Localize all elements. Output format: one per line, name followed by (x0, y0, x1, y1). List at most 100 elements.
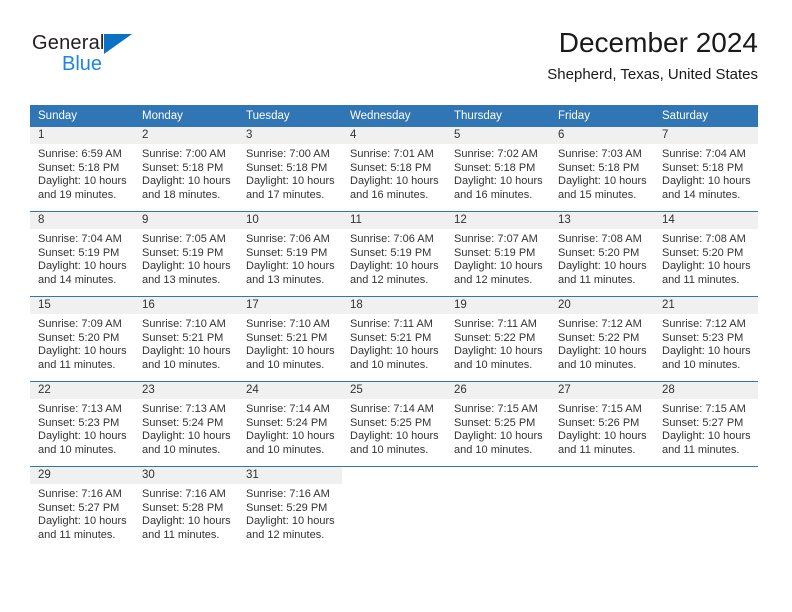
day-details: Sunrise: 7:12 AM Sunset: 5:23 PM Daylight:… (654, 314, 758, 372)
calendar-day-cell[interactable]: 10 Sunrise: 7:06 AM Sunset: 5:19 PM Dayligh… (238, 211, 342, 297)
calendar-day-cell[interactable]: 9 Sunrise: 7:05 AM Sunset: 5:19 PM Daylight… (134, 211, 238, 297)
day-details: Sunrise: 7:16 AM Sunset: 5:28 PM Daylight:… (134, 484, 238, 542)
day-cell-inner: 8 Sunrise: 7:04 AM Sunset: 5:19 PM Daylight… (30, 212, 134, 296)
day-details: Sunrise: 7:15 AM Sunset: 5:26 PM Daylight:… (550, 399, 654, 457)
calendar-day-cell[interactable]: 29 Sunrise: 7:16 AM Sunset: 5:27 PM Dayligh… (30, 466, 134, 551)
calendar-day-cell[interactable]: 15 Sunrise: 7:09 AM Sunset: 5:20 PM Dayligh… (30, 296, 134, 382)
calendar-day-cell[interactable]: 25 Sunrise: 7:14 AM Sunset: 5:25 PM Dayligh… (342, 381, 446, 467)
calendar-day-cell[interactable]: 2 Sunrise: 7:00 AM Sunset: 5:18 PM Daylight… (134, 127, 238, 212)
page-subtitle: Shepherd, Texas, United States (547, 66, 758, 83)
day-details: Sunrise: 7:08 AM Sunset: 5:20 PM Daylight:… (654, 229, 758, 287)
calendar-day-cell[interactable]: 7 Sunrise: 7:04 AM Sunset: 5:18 PM Daylight… (654, 127, 758, 212)
calendar-day-cell[interactable]: 27 Sunrise: 7:15 AM Sunset: 5:26 PM Dayligh… (550, 381, 654, 467)
sunset-text: Sunset: 5:27 PM (662, 416, 744, 429)
day-number: 11 (342, 212, 446, 229)
daylight-text: Daylight: 10 hours and 11 minutes. (38, 515, 127, 541)
day-details: Sunrise: 7:12 AM Sunset: 5:22 PM Daylight:… (550, 314, 654, 372)
calendar-week-row: 15 Sunrise: 7:09 AM Sunset: 5:20 PM Dayligh… (30, 296, 758, 382)
calendar-day-cell[interactable]: 30 Sunrise: 7:16 AM Sunset: 5:28 PM Dayligh… (134, 466, 238, 551)
sunrise-text: Sunrise: 7:15 AM (662, 403, 746, 415)
calendar-day-cell[interactable]: 23 Sunrise: 7:13 AM Sunset: 5:24 PM Dayligh… (134, 381, 238, 467)
day-number (342, 467, 446, 484)
day-details: Sunrise: 7:04 AM Sunset: 5:19 PM Daylight:… (30, 229, 134, 287)
weekday-header-sunday: Sunday (30, 105, 134, 127)
day-number: 17 (238, 297, 342, 314)
day-details: Sunrise: 7:06 AM Sunset: 5:19 PM Daylight:… (342, 229, 446, 287)
day-cell-inner (342, 467, 446, 551)
day-number: 18 (342, 297, 446, 314)
day-number: 12 (446, 212, 550, 229)
day-details: Sunrise: 7:04 AM Sunset: 5:18 PM Daylight:… (654, 144, 758, 202)
sunrise-text: Sunrise: 7:09 AM (38, 318, 122, 330)
calendar-day-cell[interactable]: 31 Sunrise: 7:16 AM Sunset: 5:29 PM Dayligh… (238, 466, 342, 551)
sunrise-text: Sunrise: 7:01 AM (350, 148, 434, 160)
logo-text-blue: Blue (62, 53, 103, 75)
calendar-day-cell[interactable]: 14 Sunrise: 7:08 AM Sunset: 5:20 PM Dayligh… (654, 211, 758, 297)
calendar-day-cell[interactable]: 22 Sunrise: 7:13 AM Sunset: 5:23 PM Dayligh… (30, 381, 134, 467)
calendar-day-cell[interactable]: 3 Sunrise: 7:00 AM Sunset: 5:18 PM Daylight… (238, 127, 342, 212)
logo-text-general: General (32, 32, 105, 54)
calendar-day-cell[interactable]: 6 Sunrise: 7:03 AM Sunset: 5:18 PM Daylight… (550, 127, 654, 212)
day-number: 19 (446, 297, 550, 314)
sunset-text: Sunset: 5:25 PM (350, 416, 432, 429)
sunrise-text: Sunrise: 7:10 AM (142, 318, 226, 330)
generalblue-logo[interactable]: General Blue (32, 32, 152, 76)
sunrise-text: Sunrise: 7:16 AM (38, 488, 122, 500)
sunrise-text: Sunrise: 7:12 AM (662, 318, 746, 330)
day-number: 5 (446, 127, 550, 144)
sunset-text: Sunset: 5:19 PM (246, 246, 328, 259)
calendar-day-cell[interactable]: 12 Sunrise: 7:07 AM Sunset: 5:19 PM Dayligh… (446, 211, 550, 297)
daylight-text: Daylight: 10 hours and 13 minutes. (246, 260, 335, 286)
daylight-text: Daylight: 10 hours and 11 minutes. (558, 430, 647, 456)
calendar-day-cell[interactable]: 18 Sunrise: 7:11 AM Sunset: 5:21 PM Dayligh… (342, 296, 446, 382)
day-details: Sunrise: 7:11 AM Sunset: 5:21 PM Daylight:… (342, 314, 446, 372)
sunrise-text: Sunrise: 7:07 AM (454, 233, 538, 245)
day-cell-inner: 4 Sunrise: 7:01 AM Sunset: 5:18 PM Daylight… (342, 127, 446, 211)
daylight-text: Daylight: 10 hours and 10 minutes. (454, 430, 543, 456)
sunset-text: Sunset: 5:24 PM (142, 416, 224, 429)
calendar-day-cell[interactable]: 5 Sunrise: 7:02 AM Sunset: 5:18 PM Daylight… (446, 127, 550, 212)
day-number: 30 (134, 467, 238, 484)
daylight-text: Daylight: 10 hours and 10 minutes. (142, 345, 231, 371)
daylight-text: Daylight: 10 hours and 12 minutes. (350, 260, 439, 286)
calendar-day-cell[interactable]: 24 Sunrise: 7:14 AM Sunset: 5:24 PM Dayligh… (238, 381, 342, 467)
calendar-day-cell[interactable]: 19 Sunrise: 7:11 AM Sunset: 5:22 PM Dayligh… (446, 296, 550, 382)
day-cell-inner: 23 Sunrise: 7:13 AM Sunset: 5:24 PM Dayligh… (134, 382, 238, 466)
day-cell-inner: 2 Sunrise: 7:00 AM Sunset: 5:18 PM Daylight… (134, 127, 238, 211)
calendar-day-cell[interactable]: 11 Sunrise: 7:06 AM Sunset: 5:19 PM Dayligh… (342, 211, 446, 297)
day-details: Sunrise: 7:07 AM Sunset: 5:19 PM Daylight:… (446, 229, 550, 287)
sunset-text: Sunset: 5:20 PM (558, 246, 640, 259)
calendar-day-cell[interactable]: 4 Sunrise: 7:01 AM Sunset: 5:18 PM Daylight… (342, 127, 446, 212)
sunrise-text: Sunrise: 7:00 AM (246, 148, 330, 160)
daylight-text: Daylight: 10 hours and 11 minutes. (662, 260, 751, 286)
day-cell-inner: 14 Sunrise: 7:08 AM Sunset: 5:20 PM Dayligh… (654, 212, 758, 296)
day-details: Sunrise: 7:15 AM Sunset: 5:25 PM Daylight:… (446, 399, 550, 457)
sunset-text: Sunset: 5:20 PM (662, 246, 744, 259)
day-details: Sunrise: 7:02 AM Sunset: 5:18 PM Daylight:… (446, 144, 550, 202)
calendar-page: General Blue December 2024 Shepherd, Tex… (0, 0, 792, 612)
day-number: 16 (134, 297, 238, 314)
sunrise-text: Sunrise: 7:14 AM (246, 403, 330, 415)
calendar-day-cell[interactable]: 16 Sunrise: 7:10 AM Sunset: 5:21 PM Dayligh… (134, 296, 238, 382)
calendar-day-cell[interactable]: 28 Sunrise: 7:15 AM Sunset: 5:27 PM Dayligh… (654, 381, 758, 467)
daylight-text: Daylight: 10 hours and 11 minutes. (662, 430, 751, 456)
calendar-day-cell[interactable]: 20 Sunrise: 7:12 AM Sunset: 5:22 PM Dayligh… (550, 296, 654, 382)
sunset-text: Sunset: 5:23 PM (38, 416, 120, 429)
day-cell-inner: 5 Sunrise: 7:02 AM Sunset: 5:18 PM Daylight… (446, 127, 550, 211)
calendar-day-cell[interactable]: 17 Sunrise: 7:10 AM Sunset: 5:21 PM Dayligh… (238, 296, 342, 382)
calendar-day-cell[interactable]: 8 Sunrise: 7:04 AM Sunset: 5:19 PM Daylight… (30, 211, 134, 297)
daylight-text: Daylight: 10 hours and 11 minutes. (142, 515, 231, 541)
daylight-text: Daylight: 10 hours and 13 minutes. (142, 260, 231, 286)
sunset-text: Sunset: 5:18 PM (662, 161, 744, 174)
calendar-day-cell[interactable]: 13 Sunrise: 7:08 AM Sunset: 5:20 PM Dayligh… (550, 211, 654, 297)
calendar-day-cell[interactable]: 21 Sunrise: 7:12 AM Sunset: 5:23 PM Dayligh… (654, 296, 758, 382)
calendar-day-cell[interactable]: 26 Sunrise: 7:15 AM Sunset: 5:25 PM Dayligh… (446, 381, 550, 467)
day-cell-inner: 28 Sunrise: 7:15 AM Sunset: 5:27 PM Dayligh… (654, 382, 758, 466)
calendar-day-cell[interactable]: 1 Sunrise: 6:59 AM Sunset: 5:18 PM Daylight… (30, 127, 134, 212)
day-details: Sunrise: 7:15 AM Sunset: 5:27 PM Daylight:… (654, 399, 758, 457)
weekday-header-thursday: Thursday (446, 105, 550, 127)
sunrise-text: Sunrise: 7:03 AM (558, 148, 642, 160)
daylight-text: Daylight: 10 hours and 18 minutes. (142, 175, 231, 201)
weekday-header-monday: Monday (134, 105, 238, 127)
day-number: 15 (30, 297, 134, 314)
